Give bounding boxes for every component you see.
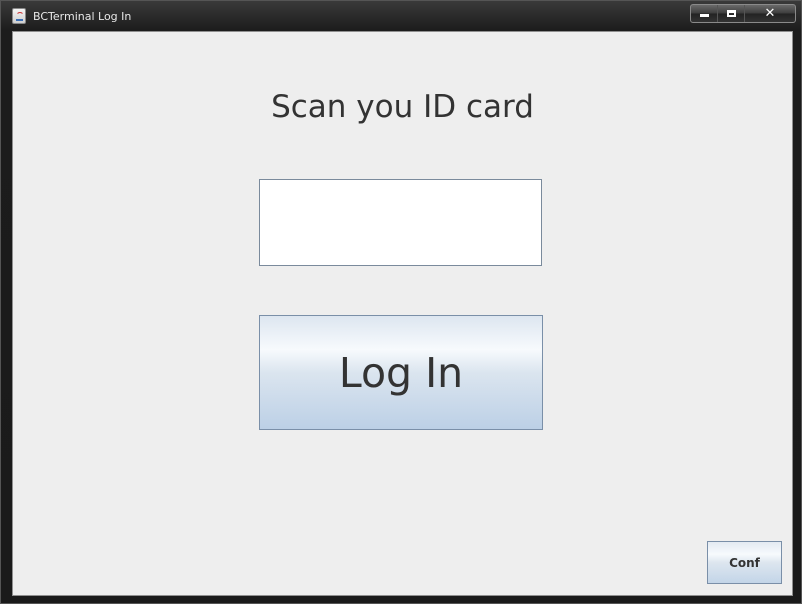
window-title: BCTerminal Log In [33,10,132,23]
id-card-input[interactable] [259,179,542,266]
title-bar[interactable]: BCTerminal Log In ✕ [1,1,801,31]
application-window: BCTerminal Log In ✕ Scan you ID card Log… [0,0,802,604]
login-panel: Scan you ID card Log In Conf [12,31,793,596]
conf-button-label: Conf [729,555,760,570]
window-controls: ✕ [690,4,796,23]
log-in-button[interactable]: Log In [259,315,543,430]
minimize-button[interactable] [691,5,718,22]
java-cup-icon[interactable] [12,8,26,24]
minimize-icon [699,14,709,17]
log-in-button-label: Log In [338,348,464,397]
maximize-button[interactable] [718,5,745,22]
close-icon: ✕ [764,6,776,21]
close-button[interactable]: ✕ [745,5,795,22]
maximize-icon [726,10,736,17]
scan-prompt-heading: Scan you ID card [271,89,534,125]
conf-button[interactable]: Conf [707,541,782,584]
